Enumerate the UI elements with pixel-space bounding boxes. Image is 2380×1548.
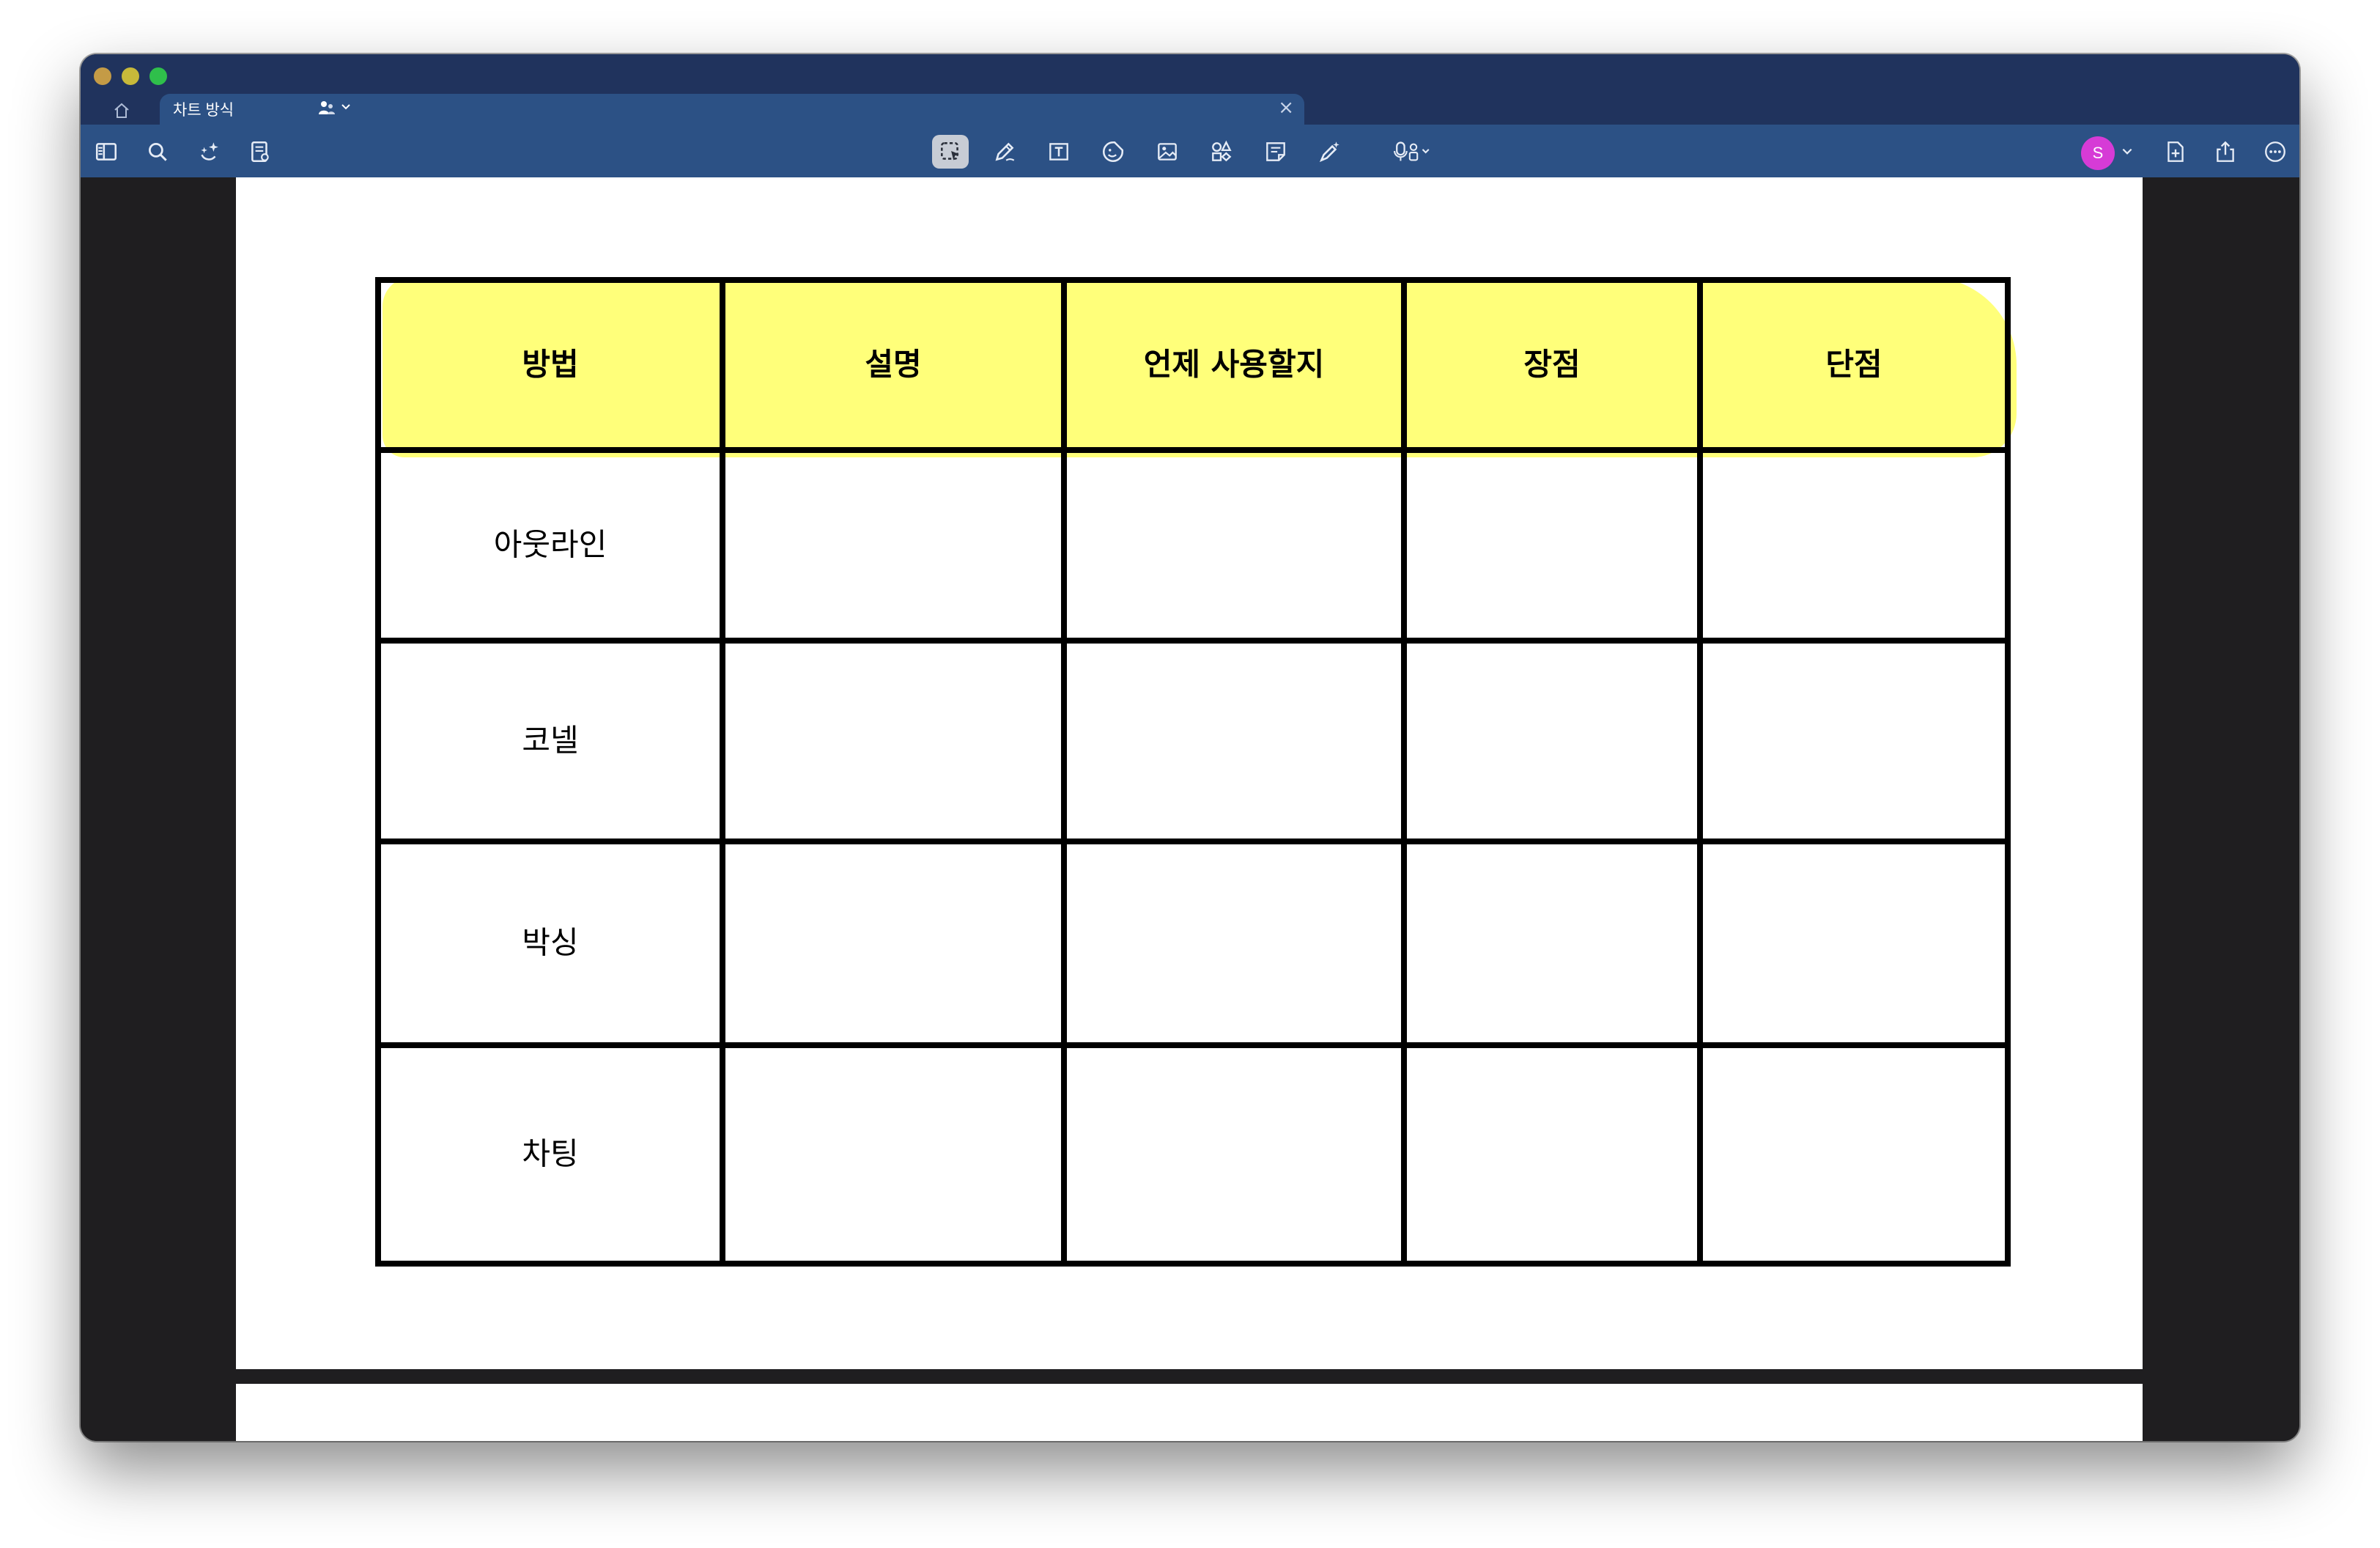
new-page-icon	[2168, 141, 2184, 162]
home-icon	[114, 103, 129, 118]
sidebar-toggle-button[interactable]	[88, 135, 125, 169]
more-options-button[interactable]	[2257, 135, 2294, 169]
table-horizontal-line	[375, 277, 2011, 283]
text-box-icon	[1049, 143, 1068, 161]
notes-list-button[interactable]	[242, 135, 278, 169]
text-box-button[interactable]	[1041, 135, 1077, 169]
table-header-cell: 설명	[865, 346, 922, 383]
method-table: 방법 설명 언제 사용할지 장점 단점아웃라인코넬박싱차팅	[375, 277, 2011, 1267]
table-row-label: 차팅	[522, 1135, 579, 1172]
search-button[interactable]	[139, 135, 176, 169]
table-vertical-line	[1697, 277, 1703, 1267]
microphone-icon	[1394, 141, 1430, 161]
magic-pen-button[interactable]	[1312, 135, 1348, 169]
image-icon	[1158, 143, 1177, 161]
app-window: 차트 방식 × S 방법 설명 언제 사용할지 장점 단점 아웃라인 코넬 박싱…	[81, 54, 2299, 1441]
tab-notebook[interactable]: 차트 방식 ×	[160, 94, 1304, 125]
notes-icon	[251, 141, 269, 163]
zoom-window-button[interactable]	[149, 67, 167, 85]
share-icon	[2217, 141, 2234, 162]
home-button[interactable]	[106, 100, 138, 122]
table-horizontal-line	[375, 1042, 2011, 1048]
more-icon	[2265, 141, 2285, 162]
shared-people-icon	[319, 101, 335, 114]
tab-close-button[interactable]: ×	[1278, 97, 1294, 119]
tab-title: 차트 방식	[173, 102, 234, 119]
sticky-note-button[interactable]	[1257, 135, 1294, 169]
pen-icon	[995, 142, 1015, 161]
table-vertical-line	[375, 277, 381, 1267]
new-page-button[interactable]	[2157, 135, 2194, 169]
chevron-down-icon[interactable]	[340, 101, 352, 113]
table-header-cell: 단점	[1825, 346, 1882, 383]
table-row-label: 박싱	[522, 924, 579, 961]
table-header-cell: 방법	[522, 346, 579, 383]
minimize-window-button[interactable]	[122, 67, 139, 85]
sticky-note-icon	[1266, 142, 1285, 161]
notebook-canvas[interactable]: 방법 설명 언제 사용할지 장점 단점아웃라인코넬박싱차팅	[81, 177, 2299, 1441]
toolbar	[81, 125, 2299, 177]
next-note-page[interactable]	[236, 1384, 2143, 1441]
lasso-select-button[interactable]	[932, 135, 969, 169]
sticker-icon	[1102, 141, 1124, 163]
window-controls	[94, 67, 167, 85]
title-bar: 차트 방식 ×	[81, 54, 2299, 125]
table-horizontal-line	[375, 447, 2011, 453]
ai-assist-button[interactable]	[191, 135, 227, 169]
table-header-cell: 장점	[1523, 346, 1581, 383]
sidebar-icon	[95, 143, 117, 161]
dictation-button[interactable]	[1383, 135, 1442, 169]
sticker-button[interactable]	[1095, 135, 1131, 169]
table-horizontal-line	[375, 638, 2011, 644]
table-horizontal-line	[375, 838, 2011, 844]
shapes-icon	[1212, 140, 1232, 162]
magic-pen-icon	[1319, 141, 1339, 163]
table-horizontal-line	[375, 1261, 2011, 1267]
search-icon	[148, 142, 167, 161]
lasso-select-icon	[941, 142, 959, 161]
chevron-down-icon[interactable]	[2121, 145, 2134, 158]
table-vertical-line	[1401, 277, 1407, 1267]
ai-sparkle-icon	[201, 142, 218, 161]
insert-image-button[interactable]	[1149, 135, 1186, 169]
table-header-cell: 언제 사용할지	[1143, 346, 1325, 383]
table-vertical-line	[1061, 277, 1067, 1267]
shapes-button[interactable]	[1203, 135, 1240, 169]
pen-tool-button[interactable]	[986, 135, 1023, 169]
user-avatar[interactable]: S	[2081, 136, 2115, 170]
table-row-label: 아웃라인	[493, 526, 607, 563]
table-row-label: 코넬	[522, 722, 579, 759]
close-window-button[interactable]	[94, 67, 111, 85]
share-button[interactable]	[2207, 135, 2244, 169]
note-page[interactable]: 방법 설명 언제 사용할지 장점 단점아웃라인코넬박싱차팅	[236, 177, 2143, 1369]
table-vertical-line	[720, 277, 725, 1267]
table-vertical-line	[2005, 277, 2011, 1267]
